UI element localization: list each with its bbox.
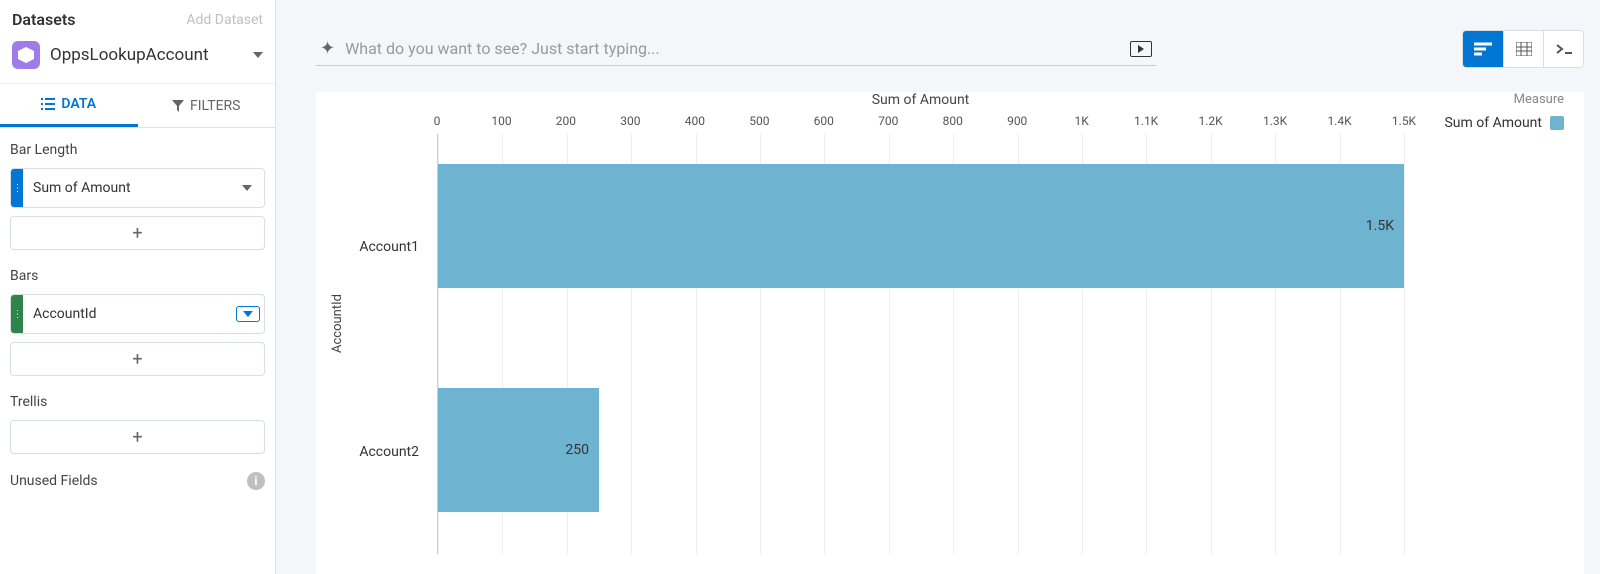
x-tick-label: 0 [434,114,441,128]
add-bar-length-button[interactable]: + [10,216,265,250]
dataset-name: OppsLookupAccount [50,45,243,65]
x-tick-label: 200 [556,114,576,128]
x-tick-label: 400 [685,114,705,128]
drag-handle-icon[interactable]: ⋮ [11,169,23,207]
x-tick-label: 1K [1075,114,1089,128]
tab-filters[interactable]: FILTERS [138,84,276,127]
legend-item-label: Sum of Amount [1444,115,1542,131]
x-tick-label: 500 [749,114,769,128]
sidebar-tabs: DATA FILTERS [0,84,275,128]
x-tick-label: 1.2K [1199,114,1223,128]
x-tick-label: 1.1K [1134,114,1158,128]
pill-account-id[interactable]: ⋮ AccountId [10,294,265,334]
drag-handle-icon[interactable]: ⋮ [11,295,23,333]
bar[interactable]: 1.5K [438,164,1404,288]
x-tick-label: 1.4K [1327,114,1351,128]
tab-data-label: DATA [61,96,96,112]
tab-filters-label: FILTERS [190,98,240,114]
section-bars: Bars [10,268,265,284]
y-category-label: Account2 [349,390,427,514]
legend: Measure Sum of Amount [1414,92,1564,554]
info-icon[interactable]: i [247,472,265,490]
add-trellis-button[interactable]: + [10,420,265,454]
canvas: ✦ AccountId Account1 Account2 Sum of Amou… [276,0,1600,574]
section-bar-length: Bar Length [10,142,265,158]
bar-row: 250 [438,388,599,512]
view-mode-group [1462,30,1584,68]
chevron-down-icon [253,52,263,58]
add-bars-button[interactable]: + [10,342,265,376]
bar-row: 1.5K [438,164,1404,288]
chevron-down-icon[interactable] [236,306,260,322]
pill-label: Sum of Amount [23,180,230,196]
saql-mode-button[interactable] [1543,31,1583,67]
dataset-icon [12,41,40,69]
section-unused-fields: Unused Fields [10,473,98,489]
sidebar: Datasets Add Dataset OppsLookupAccount D… [0,0,276,574]
x-tick-label: 100 [491,114,511,128]
pill-label: AccountId [23,306,236,322]
x-tick-label: 900 [1007,114,1027,128]
y-category-label: Account1 [349,185,427,309]
chart: AccountId Account1 Account2 Sum of Amount… [316,92,1584,574]
dataset-picker[interactable]: OppsLookupAccount [0,35,275,84]
table-mode-button[interactable] [1503,31,1543,67]
legend-item[interactable]: Sum of Amount [1414,115,1564,131]
bar[interactable]: 250 [438,388,599,512]
chart-mode-button[interactable] [1463,31,1503,67]
sparkle-icon: ✦ [320,38,335,59]
x-axis-ticks: 0 100 200 300 400 500 600 700 800 900 1K 1.1K 1.2K 1.… [437,114,1404,134]
x-tick-label: 1.5K [1392,114,1416,128]
plot-area: 1.5K 250 [437,134,1404,554]
x-tick-label: 1.3K [1263,114,1287,128]
search-input[interactable] [345,39,1120,58]
nlq-search[interactable]: ✦ [316,32,1156,66]
y-axis-label: AccountId [326,294,349,353]
x-tick-label: 800 [943,114,963,128]
bar-value-label: 250 [565,442,589,458]
x-tick-label: 600 [814,114,834,128]
legend-title: Measure [1414,92,1564,107]
bar-value-label: 1.5K [1366,218,1394,234]
legend-swatch-icon [1550,116,1564,130]
add-dataset-button[interactable]: Add Dataset [186,12,263,28]
pill-sum-amount[interactable]: ⋮ Sum of Amount [10,168,265,208]
play-icon[interactable] [1130,41,1152,57]
tab-data[interactable]: DATA [0,84,138,127]
datasets-title: Datasets [12,10,75,29]
x-tick-label: 300 [620,114,640,128]
x-tick-label: 700 [878,114,898,128]
chevron-down-icon[interactable] [230,185,264,191]
chart-title: Sum of Amount [437,92,1404,108]
section-trellis: Trellis [10,394,265,410]
